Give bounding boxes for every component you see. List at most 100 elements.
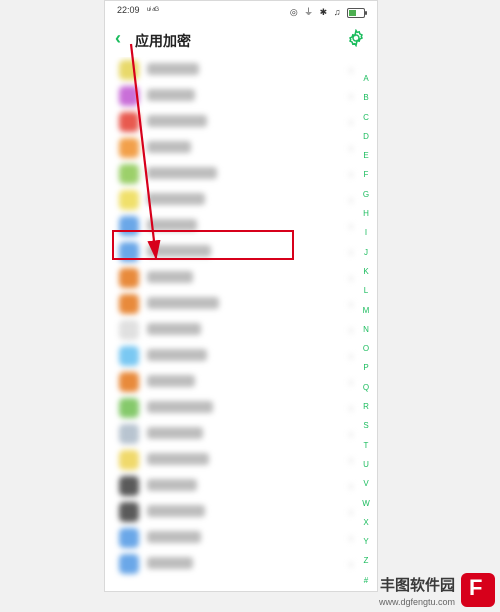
app-row[interactable]: › xyxy=(105,213,377,239)
app-icon xyxy=(119,60,139,80)
app-name xyxy=(147,63,199,75)
index-letter[interactable]: E xyxy=(363,152,368,160)
app-row[interactable]: › xyxy=(105,265,377,291)
app-icon xyxy=(119,346,139,366)
app-icon xyxy=(119,398,139,418)
index-letter[interactable]: C xyxy=(363,114,369,122)
app-icon xyxy=(119,294,139,314)
app-row[interactable]: › xyxy=(105,135,377,161)
chevron-icon: › xyxy=(349,245,353,259)
app-row[interactable]: › xyxy=(105,473,377,499)
index-letter[interactable]: K xyxy=(363,268,368,276)
app-row[interactable]: › xyxy=(105,187,377,213)
app-icon xyxy=(119,216,139,236)
app-row[interactable]: › xyxy=(105,57,377,83)
index-letter[interactable]: U xyxy=(363,461,369,469)
index-letter[interactable]: Q xyxy=(363,384,369,392)
index-letter[interactable]: B xyxy=(363,94,368,102)
index-letter[interactable]: M xyxy=(363,307,370,315)
status-right-icons: ◎ ⏚ ✱ ♫ xyxy=(290,5,365,18)
index-letter[interactable]: N xyxy=(363,326,369,334)
chevron-icon: › xyxy=(349,167,353,181)
status-time: 22:09 xyxy=(117,5,140,15)
app-icon xyxy=(119,268,139,288)
index-letter[interactable]: # xyxy=(364,577,368,585)
chevron-icon: › xyxy=(349,141,353,155)
index-letter[interactable]: I xyxy=(365,229,367,237)
app-name xyxy=(147,479,197,491)
index-letter[interactable]: G xyxy=(363,191,369,199)
app-name xyxy=(147,349,207,361)
chevron-icon: › xyxy=(349,505,353,519)
alpha-index[interactable]: A B C D E F G H I J K L M N O P Q R S T U V W X Y Z # xyxy=(359,75,373,585)
back-button[interactable]: ‹ xyxy=(115,29,121,47)
index-letter[interactable]: J xyxy=(364,249,368,257)
app-row[interactable]: › xyxy=(105,421,377,447)
app-row[interactable]: › xyxy=(105,343,377,369)
index-letter[interactable]: H xyxy=(363,210,369,218)
index-letter[interactable]: P xyxy=(363,364,368,372)
index-letter[interactable]: S xyxy=(363,422,368,430)
chevron-icon: › xyxy=(349,323,353,337)
app-name xyxy=(147,557,193,569)
app-name xyxy=(147,401,213,413)
app-icon xyxy=(119,554,139,574)
chevron-icon: › xyxy=(349,479,353,493)
app-row[interactable]: › xyxy=(105,525,377,551)
index-letter[interactable]: Z xyxy=(364,557,369,565)
app-row[interactable]: › xyxy=(105,499,377,525)
watermark-logo-icon xyxy=(461,573,495,607)
index-letter[interactable]: O xyxy=(363,345,369,353)
app-name xyxy=(147,167,217,179)
index-letter[interactable]: X xyxy=(363,519,368,527)
app-row[interactable]: › xyxy=(105,109,377,135)
app-row[interactable]: › xyxy=(105,239,377,265)
index-letter[interactable]: A xyxy=(363,75,368,83)
app-icon xyxy=(119,502,139,522)
page-title: 应用加密 xyxy=(135,31,191,51)
chevron-icon: › xyxy=(349,427,353,441)
app-icon xyxy=(119,138,139,158)
app-icon xyxy=(119,190,139,210)
app-name xyxy=(147,323,201,335)
app-name xyxy=(147,297,219,309)
app-row[interactable]: › xyxy=(105,161,377,187)
settings-button[interactable] xyxy=(347,29,365,47)
app-icon xyxy=(119,164,139,184)
index-letter[interactable]: Y xyxy=(363,538,368,546)
index-letter[interactable]: R xyxy=(363,403,369,411)
chevron-icon: › xyxy=(349,531,353,545)
app-row[interactable]: › xyxy=(105,447,377,473)
app-name xyxy=(147,245,211,257)
app-row[interactable]: › xyxy=(105,395,377,421)
chevron-icon: › xyxy=(349,89,353,103)
app-row[interactable]: › xyxy=(105,291,377,317)
app-name xyxy=(147,427,203,439)
app-name xyxy=(147,531,201,543)
app-list[interactable]: ›››››››››››››››››››› xyxy=(105,57,377,591)
app-name xyxy=(147,115,207,127)
gear-icon xyxy=(347,29,365,47)
nav-bar: ‹ 应用加密 xyxy=(105,25,377,57)
app-row[interactable]: › xyxy=(105,317,377,343)
app-name xyxy=(147,375,195,387)
app-icon xyxy=(119,242,139,262)
app-icon xyxy=(119,112,139,132)
chevron-icon: › xyxy=(349,349,353,363)
index-letter[interactable]: F xyxy=(364,171,369,179)
index-letter[interactable]: W xyxy=(362,500,370,508)
app-row[interactable]: › xyxy=(105,369,377,395)
app-name xyxy=(147,505,205,517)
chevron-icon: › xyxy=(349,115,353,129)
app-icon xyxy=(119,528,139,548)
index-letter[interactable]: D xyxy=(363,133,369,141)
app-row[interactable]: › xyxy=(105,551,377,577)
app-icon xyxy=(119,372,139,392)
phone-frame: 22:09 ᵘⁱ ⁴ᴳ ◎ ⏚ ✱ ♫ ‹ 应用加密 ›››››››››››››… xyxy=(104,0,378,592)
index-letter[interactable]: L xyxy=(364,287,368,295)
index-letter[interactable]: T xyxy=(364,442,369,450)
index-letter[interactable]: V xyxy=(363,480,368,488)
app-name xyxy=(147,193,205,205)
app-row[interactable]: › xyxy=(105,83,377,109)
app-icon xyxy=(119,450,139,470)
